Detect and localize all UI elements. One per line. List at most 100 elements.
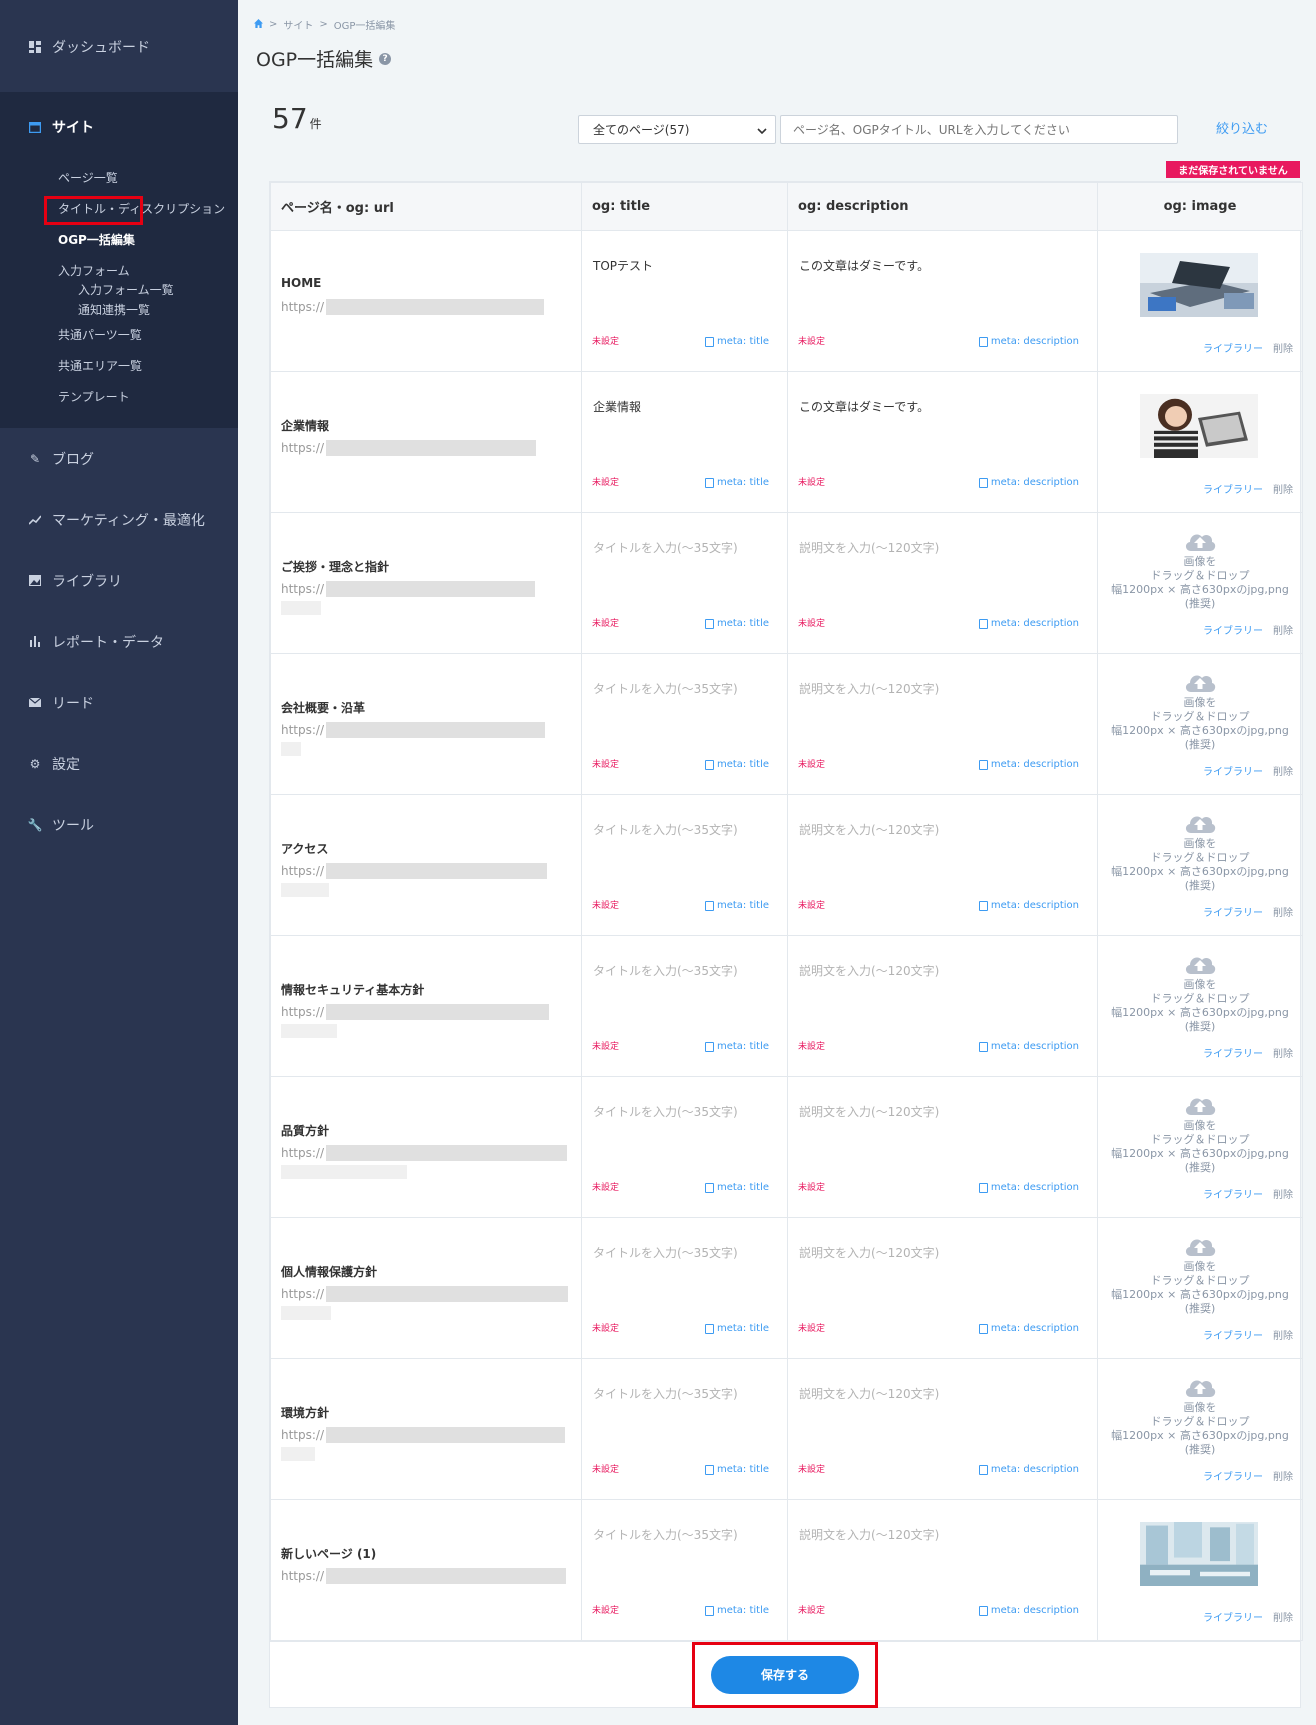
copy-meta-description-link[interactable]: meta: description	[978, 618, 1079, 629]
og-title-cell[interactable]: タイトルを入力(〜35文字) 未設定 meta: title	[581, 1217, 788, 1359]
page-name[interactable]: 新しいページ (1)	[281, 1545, 376, 1562]
copy-meta-description-link[interactable]: meta: description	[978, 477, 1079, 488]
og-description-placeholder[interactable]: 説明文を入力(〜120文字)	[799, 1103, 939, 1120]
copy-meta-title-link[interactable]: meta: title	[704, 1605, 769, 1616]
image-dropzone[interactable]: 画像を ドラッグ＆ドロップ 幅1200px × 高さ630pxのjpg,png (推奨…	[1098, 811, 1302, 893]
page-name[interactable]: 個人情報保護方針	[281, 1263, 377, 1280]
og-description-cell[interactable]: 説明文を入力(〜120文字) 未設定 meta: description	[787, 1499, 1098, 1641]
copy-meta-title-link[interactable]: meta: title	[704, 618, 769, 629]
copy-meta-description-link[interactable]: meta: description	[978, 1605, 1079, 1616]
copy-meta-title-link[interactable]: meta: title	[704, 477, 769, 488]
delete-link[interactable]: 削除	[1273, 1327, 1293, 1342]
copy-meta-title-link[interactable]: meta: title	[704, 759, 769, 770]
og-description-value[interactable]: この文章はダミーです。	[799, 398, 929, 415]
library-link[interactable]: ライブラリー	[1203, 904, 1263, 919]
og-title-cell[interactable]: 企業情報 未設定 meta: title	[581, 371, 788, 513]
og-title-placeholder[interactable]: タイトルを入力(〜35文字)	[593, 962, 738, 979]
og-title-placeholder[interactable]: タイトルを入力(〜35文字)	[593, 1385, 738, 1402]
library-link[interactable]: ライブラリー	[1203, 481, 1263, 496]
og-image-thumbnail[interactable]	[1140, 253, 1258, 317]
library-link[interactable]: ライブラリー	[1203, 622, 1263, 637]
og-title-cell[interactable]: タイトルを入力(〜35文字) 未設定 meta: title	[581, 1499, 788, 1641]
image-dropzone[interactable]: 画像を ドラッグ＆ドロップ 幅1200px × 高さ630pxのjpg,png (推奨…	[1098, 952, 1302, 1034]
filter-button[interactable]: 絞り込む	[1216, 118, 1268, 137]
og-description-cell[interactable]: この文章はダミーです。 未設定 meta: description	[787, 230, 1098, 372]
page-name[interactable]: 環境方針	[281, 1404, 329, 1421]
nav-ogp[interactable]: OGP一括編集	[0, 224, 238, 255]
og-description-cell[interactable]: この文章はダミーです。 未設定 meta: description	[787, 371, 1098, 513]
delete-link[interactable]: 削除	[1273, 340, 1293, 355]
copy-meta-description-link[interactable]: meta: description	[978, 1041, 1079, 1052]
og-description-placeholder[interactable]: 説明文を入力(〜120文字)	[799, 1244, 939, 1261]
nav-library[interactable]: ライブラリ	[0, 550, 238, 611]
og-image-thumbnail[interactable]	[1140, 1522, 1258, 1586]
og-description-cell[interactable]: 説明文を入力(〜120文字) 未設定 meta: description	[787, 794, 1098, 936]
nav-notify[interactable]: 通知連携一覧	[0, 299, 238, 319]
library-link[interactable]: ライブラリー	[1203, 1468, 1263, 1483]
og-title-cell[interactable]: タイトルを入力(〜35文字) 未設定 meta: title	[581, 653, 788, 795]
delete-link[interactable]: 削除	[1273, 763, 1293, 778]
nav-tools[interactable]: 🔧 ツール	[0, 794, 238, 855]
nav-marketing[interactable]: マーケティング・最適化	[0, 489, 238, 550]
og-title-cell[interactable]: タイトルを入力(〜35文字) 未設定 meta: title	[581, 512, 788, 654]
nav-templates[interactable]: テンプレート	[0, 381, 238, 412]
delete-link[interactable]: 削除	[1273, 1186, 1293, 1201]
copy-meta-title-link[interactable]: meta: title	[704, 1464, 769, 1475]
delete-link[interactable]: 削除	[1273, 1045, 1293, 1060]
delete-link[interactable]: 削除	[1273, 622, 1293, 637]
image-dropzone[interactable]: 画像を ドラッグ＆ドロップ 幅1200px × 高さ630pxのjpg,png (推奨…	[1098, 670, 1302, 752]
og-title-placeholder[interactable]: タイトルを入力(〜35文字)	[593, 1526, 738, 1543]
og-title-cell[interactable]: TOPテスト 未設定 meta: title	[581, 230, 788, 372]
library-link[interactable]: ライブラリー	[1203, 1045, 1263, 1060]
og-description-cell[interactable]: 説明文を入力(〜120文字) 未設定 meta: description	[787, 1217, 1098, 1359]
og-description-value[interactable]: この文章はダミーです。	[799, 257, 929, 274]
copy-meta-description-link[interactable]: meta: description	[978, 336, 1079, 347]
og-description-placeholder[interactable]: 説明文を入力(〜120文字)	[799, 962, 939, 979]
og-title-placeholder[interactable]: タイトルを入力(〜35文字)	[593, 1103, 738, 1120]
copy-meta-description-link[interactable]: meta: description	[978, 759, 1079, 770]
og-title-value[interactable]: TOPテスト	[593, 257, 653, 274]
og-title-cell[interactable]: タイトルを入力(〜35文字) 未設定 meta: title	[581, 794, 788, 936]
delete-link[interactable]: 削除	[1273, 1468, 1293, 1483]
library-link[interactable]: ライブラリー	[1203, 340, 1263, 355]
image-dropzone[interactable]: 画像を ドラッグ＆ドロップ 幅1200px × 高さ630pxのjpg,png (推奨…	[1098, 1375, 1302, 1457]
nav-forms-list[interactable]: 入力フォーム一覧	[0, 279, 238, 299]
copy-meta-title-link[interactable]: meta: title	[704, 336, 769, 347]
help-icon[interactable]: ?	[379, 52, 392, 65]
og-title-cell[interactable]: タイトルを入力(〜35文字) 未設定 meta: title	[581, 1076, 788, 1218]
og-title-cell[interactable]: タイトルを入力(〜35文字) 未設定 meta: title	[581, 1358, 788, 1500]
copy-meta-description-link[interactable]: meta: description	[978, 1182, 1079, 1193]
library-link[interactable]: ライブラリー	[1203, 1609, 1263, 1624]
image-dropzone[interactable]: 画像を ドラッグ＆ドロップ 幅1200px × 高さ630pxのjpg,png (推奨…	[1098, 529, 1302, 611]
og-title-placeholder[interactable]: タイトルを入力(〜35文字)	[593, 1244, 738, 1261]
og-image-thumbnail[interactable]	[1140, 394, 1258, 458]
nav-site[interactable]: サイト	[0, 92, 238, 162]
delete-link[interactable]: 削除	[1273, 481, 1293, 496]
og-title-cell[interactable]: タイトルを入力(〜35文字) 未設定 meta: title	[581, 935, 788, 1077]
nav-blog[interactable]: ✎ ブログ	[0, 428, 238, 489]
page-name[interactable]: 企業情報	[281, 417, 329, 434]
library-link[interactable]: ライブラリー	[1203, 1327, 1263, 1342]
library-link[interactable]: ライブラリー	[1203, 1186, 1263, 1201]
page-filter-select[interactable]: 全てのページ(57)	[578, 115, 776, 144]
og-title-placeholder[interactable]: タイトルを入力(〜35文字)	[593, 539, 738, 556]
og-description-placeholder[interactable]: 説明文を入力(〜120文字)	[799, 680, 939, 697]
copy-meta-title-link[interactable]: meta: title	[704, 1041, 769, 1052]
nav-dashboard[interactable]: ダッシュボード	[0, 0, 238, 92]
delete-link[interactable]: 削除	[1273, 1609, 1293, 1624]
copy-meta-description-link[interactable]: meta: description	[978, 1464, 1079, 1475]
og-description-cell[interactable]: 説明文を入力(〜120文字) 未設定 meta: description	[787, 1358, 1098, 1500]
og-title-placeholder[interactable]: タイトルを入力(〜35文字)	[593, 680, 738, 697]
search-input[interactable]	[780, 115, 1178, 144]
og-title-value[interactable]: 企業情報	[593, 398, 641, 415]
og-description-cell[interactable]: 説明文を入力(〜120文字) 未設定 meta: description	[787, 512, 1098, 654]
page-name[interactable]: 品質方針	[281, 1122, 329, 1139]
og-description-placeholder[interactable]: 説明文を入力(〜120文字)	[799, 539, 939, 556]
og-description-cell[interactable]: 説明文を入力(〜120文字) 未設定 meta: description	[787, 653, 1098, 795]
library-link[interactable]: ライブラリー	[1203, 763, 1263, 778]
home-icon[interactable]	[254, 18, 263, 31]
delete-link[interactable]: 削除	[1273, 904, 1293, 919]
image-dropzone[interactable]: 画像を ドラッグ＆ドロップ 幅1200px × 高さ630pxのjpg,png (推奨…	[1098, 1093, 1302, 1175]
copy-meta-title-link[interactable]: meta: title	[704, 1323, 769, 1334]
nav-areas[interactable]: 共通エリア一覧	[0, 350, 238, 381]
